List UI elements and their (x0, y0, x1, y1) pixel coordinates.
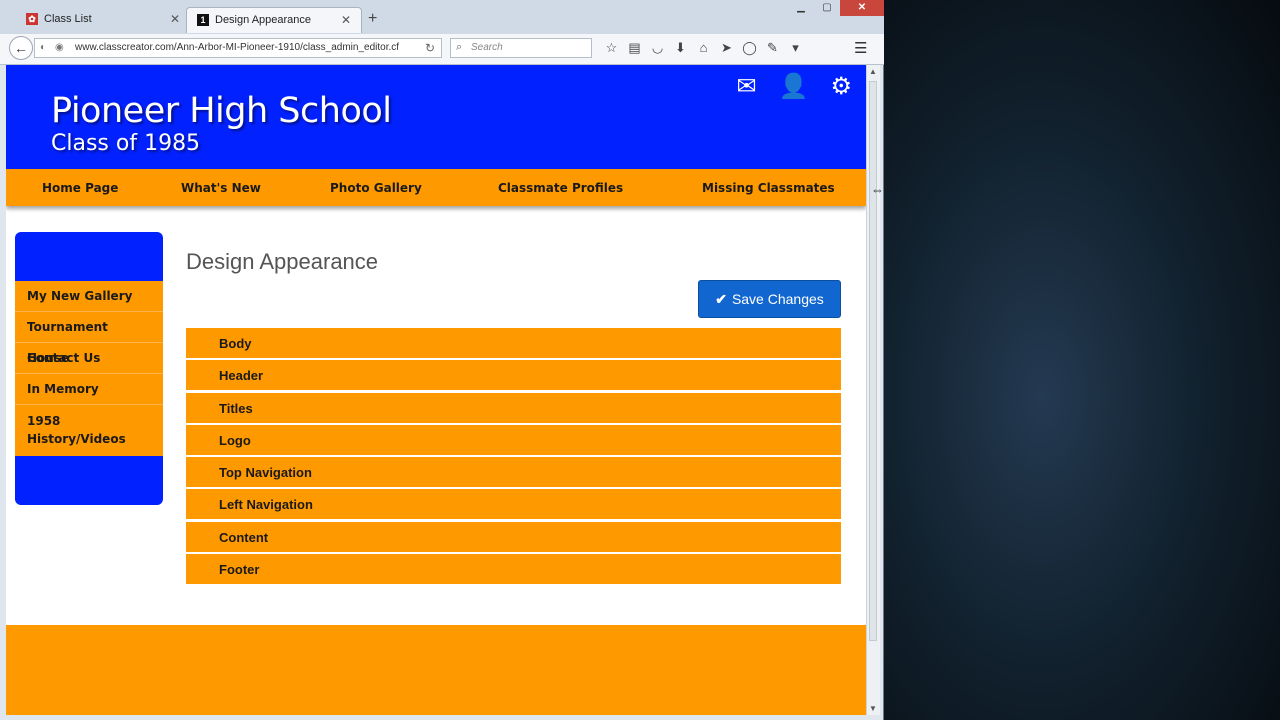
scroll-down-icon[interactable]: ▼ (869, 704, 877, 713)
save-changes-button[interactable]: ✔ Save Changes (698, 280, 841, 318)
design-sections: Body Header Titles Logo Top Navigation L… (186, 328, 841, 586)
new-tab-icon[interactable]: + (368, 10, 377, 28)
pocket-icon[interactable]: ◡ (646, 40, 669, 56)
section-top-navigation[interactable]: Top Navigation (186, 457, 841, 488)
top-navigation: Home Page What's New Photo Gallery Class… (6, 169, 866, 206)
download-icon[interactable]: ⬇ (669, 40, 692, 56)
dropdown-chevron-icon[interactable]: ▾ (784, 40, 807, 56)
section-titles[interactable]: Titles (186, 392, 841, 423)
window-controls: ▁ ▢ ✕ (788, 0, 884, 18)
section-body[interactable]: Body (186, 328, 841, 358)
resize-cursor-icon: ⇔ (871, 182, 884, 197)
nav-home-page[interactable]: Home Page (42, 181, 118, 195)
site-footer (6, 625, 866, 715)
vertical-scrollbar[interactable]: ▲ ▼ (866, 65, 880, 715)
hamburger-menu-icon[interactable]: ☰ (854, 39, 867, 57)
tab-design-appearance[interactable]: 1 Design Appearance ✕ (186, 7, 362, 33)
left-nav-history-videos[interactable]: 1958 History/Videos (15, 405, 163, 455)
tab-label: Design Appearance (215, 14, 312, 26)
home-icon[interactable]: ⌂ (692, 40, 715, 56)
page-viewport: Pioneer High School Class of 1985 ✉ 👤 ⚙ … (6, 65, 866, 715)
left-navigation: My New Gallery Tournament House Contact … (15, 232, 163, 505)
tab-class-list[interactable]: ✿ Class List ✕ (18, 7, 190, 33)
class-year: Class of 1985 (51, 131, 201, 156)
section-footer[interactable]: Footer (186, 554, 841, 585)
section-content[interactable]: Content (186, 521, 841, 552)
envelope-icon[interactable]: ✉ (736, 75, 756, 99)
user-icon[interactable]: 👤 (779, 75, 809, 99)
nav-whats-new[interactable]: What's New (181, 181, 261, 195)
window-close-icon[interactable]: ✕ (840, 0, 884, 16)
search-placeholder: Search (471, 42, 503, 53)
tab-bar: ✿ Class List ✕ 1 Design Appearance ✕ + ▁… (0, 0, 884, 34)
browser-window: ✿ Class List ✕ 1 Design Appearance ✕ + ▁… (0, 0, 884, 720)
site-favicon-icon: ✿ (26, 13, 38, 25)
save-label: Save Changes (731, 291, 824, 307)
left-nav-my-new-gallery[interactable]: My New Gallery (15, 281, 163, 312)
page-favicon-icon: 1 (197, 14, 209, 26)
left-nav-items: My New Gallery Tournament House Contact … (15, 281, 163, 456)
scrollbar-thumb[interactable] (869, 81, 877, 641)
nav-missing-classmates[interactable]: Missing Classmates (702, 181, 835, 195)
globe-icon[interactable]: ◉ (55, 42, 64, 53)
scroll-up-icon[interactable]: ▲ (869, 67, 877, 76)
url-text: www.classcreator.com/Ann-Arbor-MI-Pionee… (75, 42, 400, 53)
minimize-icon[interactable]: ▁ (788, 0, 814, 16)
reading-list-icon[interactable]: ▤ (623, 40, 646, 56)
page-title: Design Appearance (186, 249, 379, 274)
address-bar[interactable]: ◐ ◉ www.classcreator.com/Ann-Arbor-MI-Pi… (34, 38, 442, 58)
nav-photo-gallery[interactable]: Photo Gallery (330, 181, 422, 195)
left-nav-contact-us[interactable]: Contact Us (15, 343, 163, 374)
toolbar-icons: ☆ ▤ ◡ ⬇ ⌂ ➤ ◯ ✎ ▾ (600, 40, 807, 56)
reload-icon[interactable]: ↻ (425, 41, 435, 55)
left-nav-tournament-house[interactable]: Tournament House (15, 312, 163, 365)
check-icon: ✔ (715, 291, 727, 307)
shield-icon: ◐ (40, 42, 47, 53)
desktop-background (884, 0, 1280, 720)
search-icon: ⌕ (456, 41, 463, 53)
gears-icon[interactable]: ⚙ (830, 75, 852, 99)
chat-icon[interactable]: ◯ (738, 40, 761, 56)
header-icons: ✉ 👤 ⚙ (736, 75, 852, 99)
section-left-navigation[interactable]: Left Navigation (186, 489, 841, 520)
school-name: Pioneer High School (51, 91, 392, 131)
close-tab-icon[interactable]: ✕ (341, 13, 351, 27)
site-header: Pioneer High School Class of 1985 ✉ 👤 ⚙ (6, 65, 866, 169)
left-nav-in-memory[interactable]: In Memory (15, 374, 163, 405)
section-header[interactable]: Header (186, 360, 841, 391)
extension-icon[interactable]: ✎ (761, 40, 784, 56)
bookmark-star-icon[interactable]: ☆ (600, 40, 623, 56)
send-icon[interactable]: ➤ (715, 40, 738, 56)
section-logo[interactable]: Logo (186, 424, 841, 455)
search-input[interactable]: ⌕ Search (450, 38, 592, 58)
tab-label: Class List (44, 13, 92, 25)
close-tab-icon[interactable]: ✕ (170, 12, 180, 26)
nav-classmate-profiles[interactable]: Classmate Profiles (498, 181, 623, 195)
navigation-toolbar: ← ◐ ◉ www.classcreator.com/Ann-Arbor-MI-… (0, 34, 884, 65)
maximize-icon[interactable]: ▢ (814, 0, 840, 16)
back-icon[interactable]: ← (9, 36, 33, 60)
